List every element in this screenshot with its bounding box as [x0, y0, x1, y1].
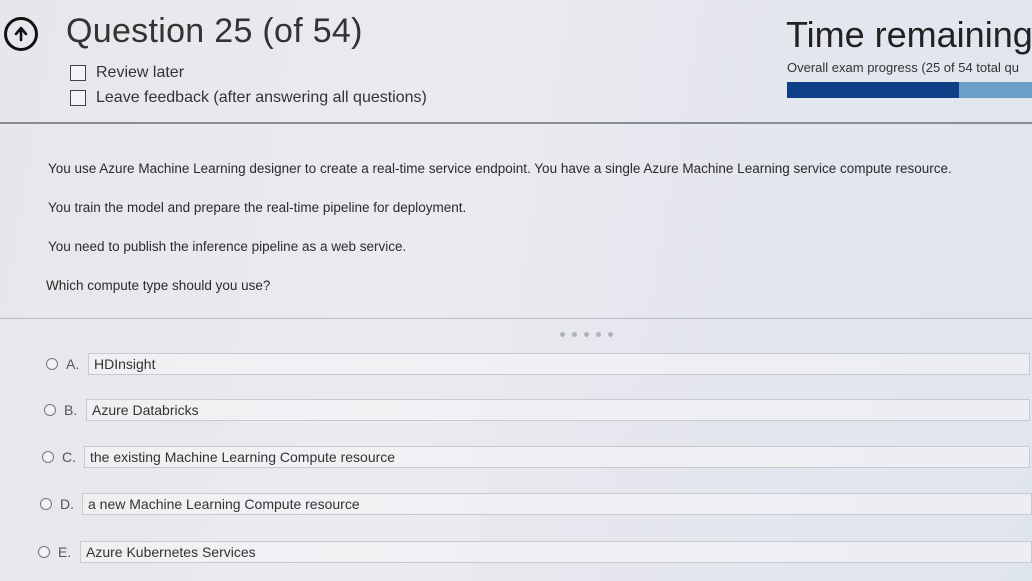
progress-bar — [787, 82, 1032, 98]
question-line: You need to publish the inference pipeli… — [48, 239, 407, 254]
option-text[interactable]: the existing Machine Learning Compute re… — [84, 446, 1030, 468]
radio-button[interactable] — [40, 498, 52, 510]
progress-fill — [787, 82, 960, 98]
leave-feedback-checkbox[interactable]: Leave feedback (after answering all ques… — [70, 89, 427, 107]
review-later-checkbox[interactable]: Review later — [70, 64, 184, 82]
option-a[interactable]: A. HDInsight — [46, 353, 1030, 375]
option-letter: D. — [60, 496, 74, 512]
option-c[interactable]: C. the existing Machine Learning Compute… — [42, 446, 1030, 468]
checkbox-icon[interactable] — [70, 65, 86, 81]
header-divider — [0, 122, 1032, 124]
exam-header: Question 25 (of 54) Review later Leave f… — [0, 0, 1032, 124]
loading-dots-icon — [560, 332, 613, 337]
question-line: You train the model and prepare the real… — [48, 200, 467, 215]
option-letter: A. — [66, 356, 80, 372]
radio-button[interactable] — [38, 546, 50, 558]
radio-button[interactable] — [42, 451, 54, 463]
review-later-label: Review later — [96, 64, 185, 81]
question-divider — [0, 318, 1032, 319]
option-text[interactable]: Azure Kubernetes Services — [80, 541, 1032, 563]
leave-feedback-label: Leave feedback (after answering all ques… — [96, 89, 427, 106]
option-letter: E. — [58, 544, 72, 560]
radio-button[interactable] — [46, 358, 58, 370]
back-arrow-circle-icon[interactable] — [4, 17, 38, 51]
option-text[interactable]: HDInsight — [88, 353, 1030, 375]
question-title: Question 25 (of 54) — [66, 12, 363, 50]
option-text[interactable]: Azure Databricks — [86, 399, 1030, 421]
option-d[interactable]: D. a new Machine Learning Compute resour… — [40, 493, 1032, 515]
progress-label: Overall exam progress (25 of 54 total qu — [787, 60, 1019, 75]
option-text[interactable]: a new Machine Learning Compute resource — [82, 493, 1032, 515]
option-letter: B. — [64, 402, 78, 418]
question-line: You use Azure Machine Learning designer … — [48, 161, 952, 176]
option-e[interactable]: E. Azure Kubernetes Services — [38, 541, 1032, 563]
question-line: Which compute type should you use? — [46, 278, 271, 293]
radio-button[interactable] — [44, 404, 56, 416]
option-b[interactable]: B. Azure Databricks — [44, 399, 1030, 421]
checkbox-icon[interactable] — [70, 90, 86, 106]
option-letter: C. — [62, 449, 76, 465]
time-remaining-title: Time remaining — [786, 14, 1032, 55]
